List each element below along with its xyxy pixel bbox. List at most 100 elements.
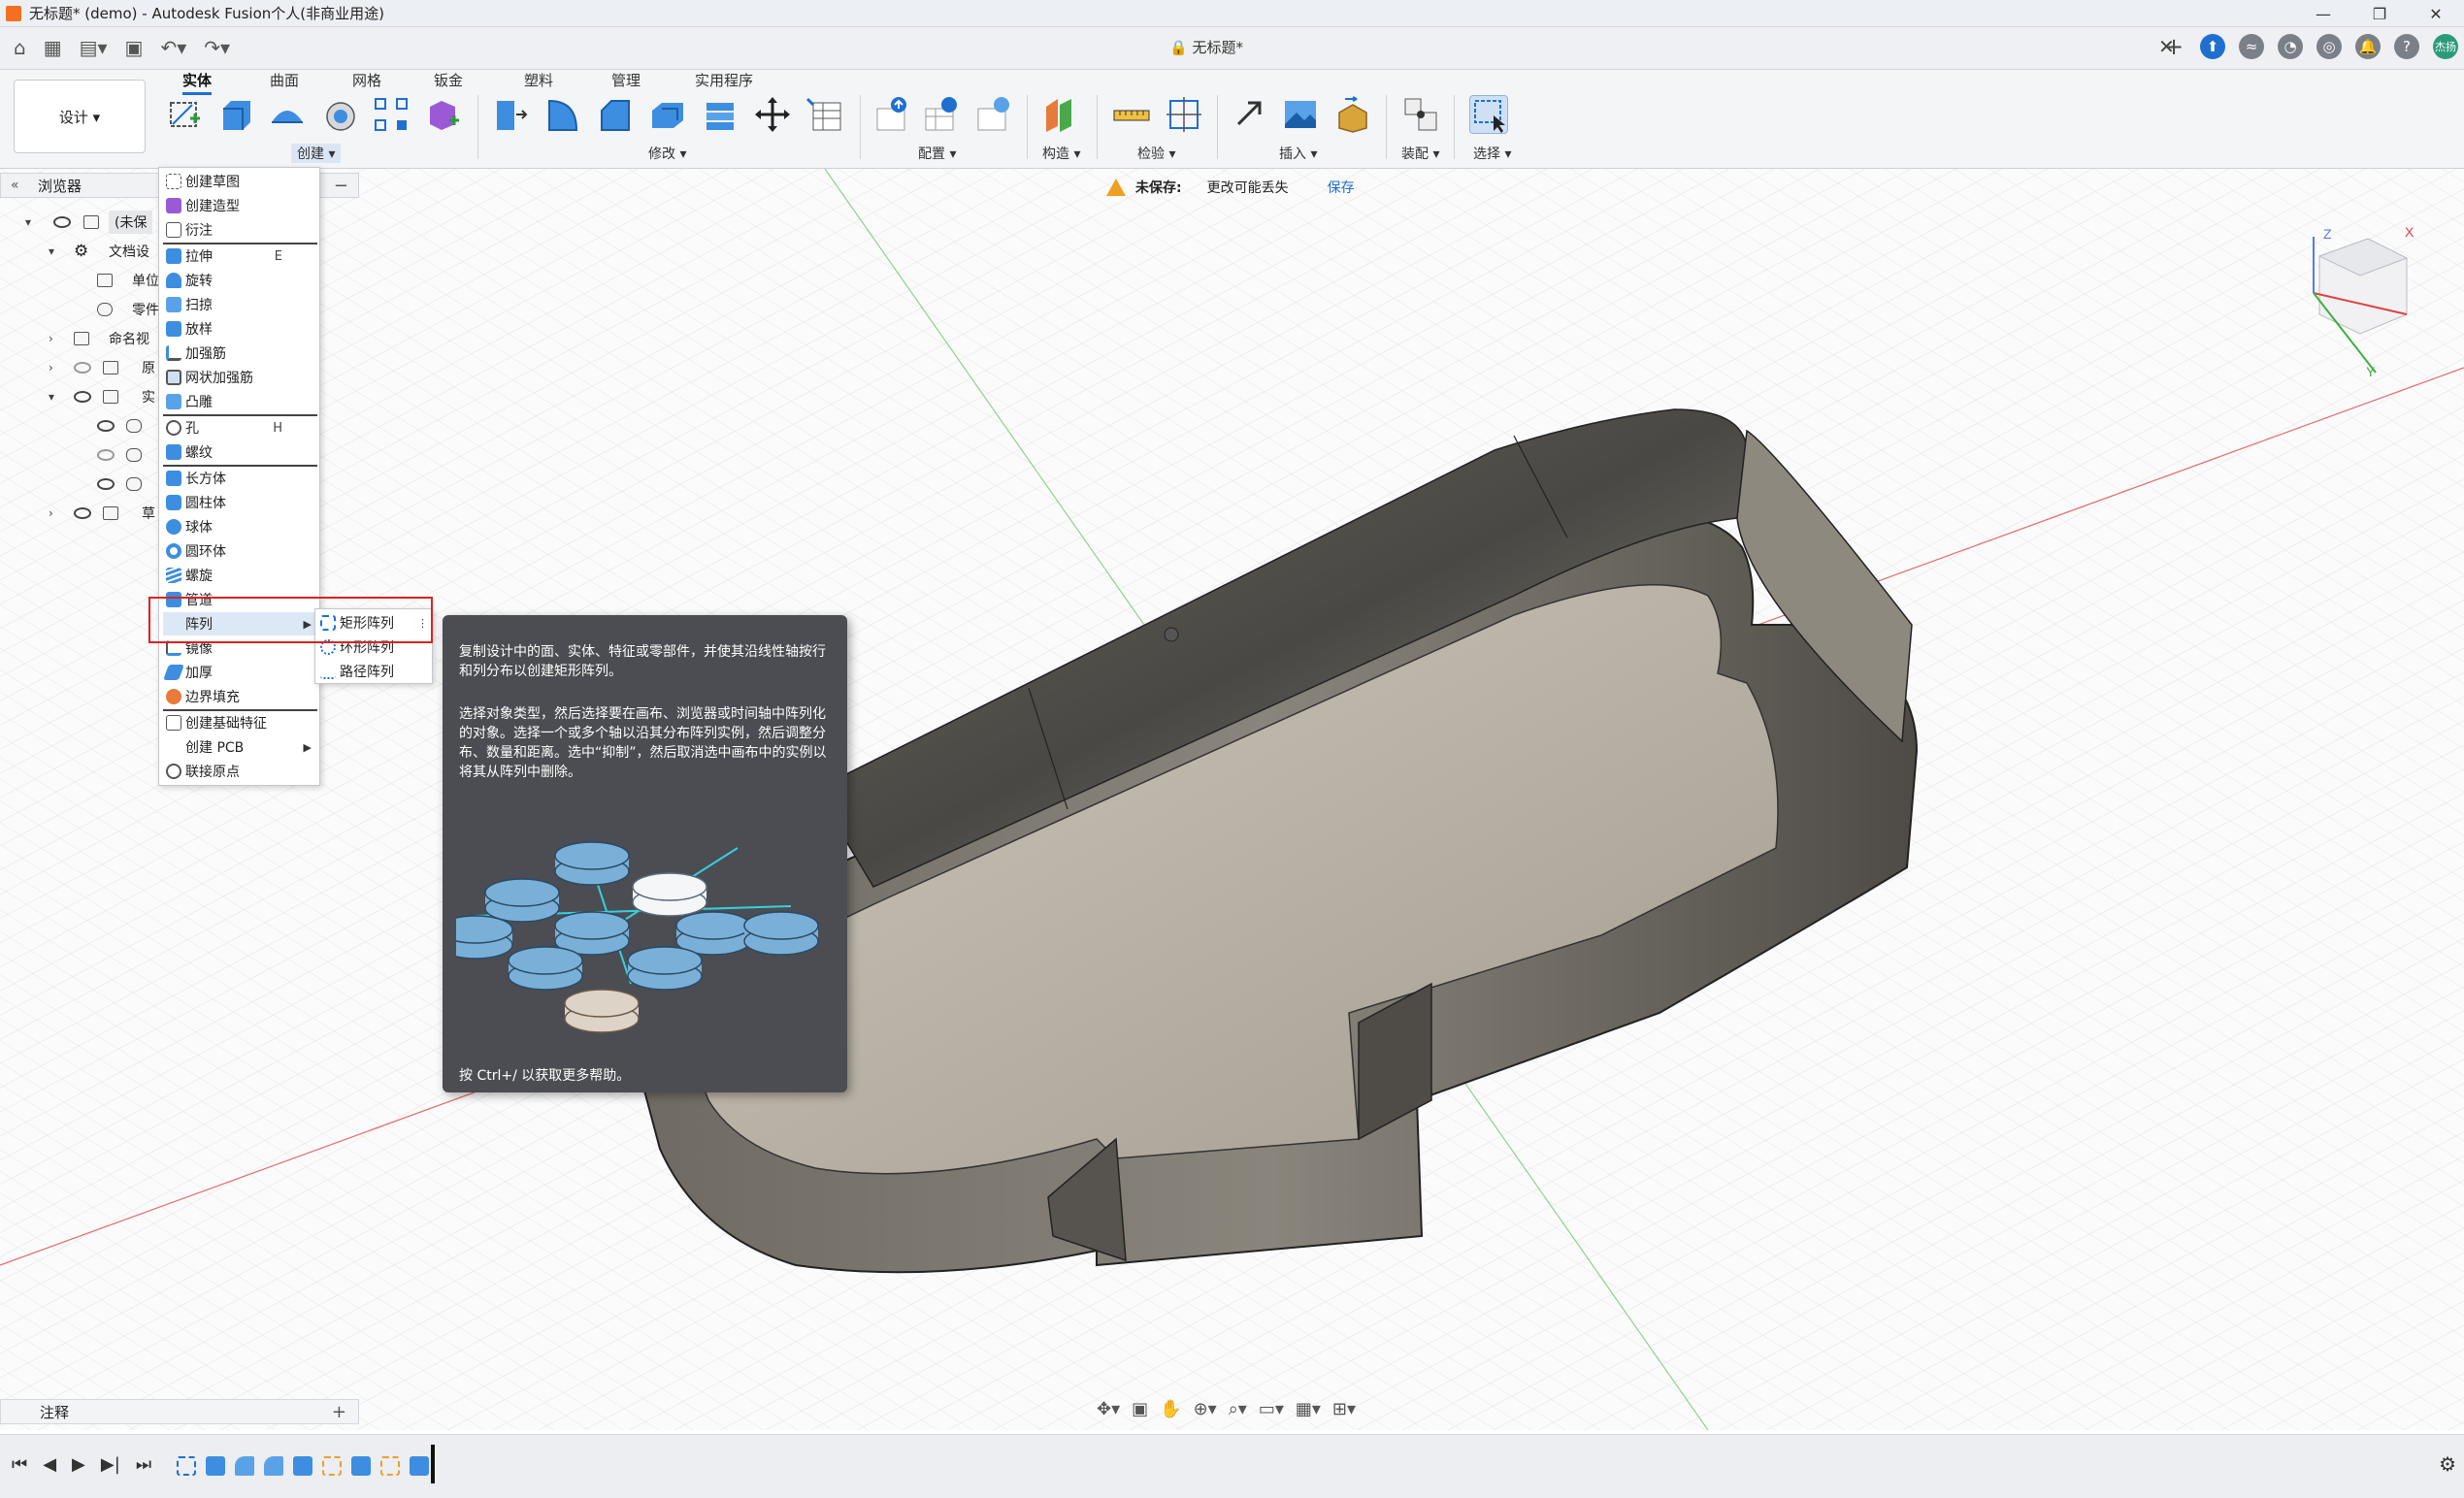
create-component-tool-icon[interactable]: [424, 95, 463, 134]
configure-group-dropdown[interactable]: 配置 ▾: [918, 144, 956, 163]
tab-manage[interactable]: 管理: [611, 70, 641, 92]
menu-item-create-base-feature[interactable]: 创建基础特征: [163, 711, 317, 734]
orbit-icon[interactable]: ✥▾: [1097, 1399, 1120, 1419]
timeline-extrude-icon[interactable]: [351, 1456, 371, 1476]
inspect-group-dropdown[interactable]: 检验 ▾: [1137, 144, 1175, 163]
menu-item-rib[interactable]: 加强筋: [163, 342, 317, 365]
joint-tool-icon[interactable]: [1401, 95, 1440, 134]
home-icon[interactable]: ⌂: [14, 36, 26, 59]
timeline-extrude-icon[interactable]: [410, 1456, 429, 1476]
visibility-eye-icon[interactable]: [74, 391, 91, 403]
menu-item-thread[interactable]: 螺纹: [163, 440, 317, 464]
hidden-eye-icon[interactable]: [74, 362, 91, 374]
tab-solid[interactable]: 实体: [182, 70, 213, 95]
section-analysis-tool-icon[interactable]: [1165, 95, 1203, 134]
hidden-eye-icon[interactable]: [97, 449, 115, 461]
grid-apps-icon[interactable]: ▦: [44, 36, 62, 59]
go-to-start-icon[interactable]: ⏮: [12, 1454, 27, 1475]
pan-hand-icon[interactable]: ✋: [1160, 1399, 1181, 1419]
save-icon[interactable]: ▣: [125, 36, 144, 59]
document-tab[interactable]: 🔒 无标题*: [1169, 37, 1243, 57]
user-avatar[interactable]: 杰扬: [2433, 34, 2458, 59]
configure-table-tool-icon[interactable]: [873, 95, 912, 134]
timeline-extrude-icon[interactable]: [206, 1456, 225, 1476]
canvas-viewport[interactable]: Z X Y: [0, 169, 2464, 1430]
menu-item-create-pcb[interactable]: 创建 PCB ▶: [163, 735, 317, 759]
minimize-panel-icon[interactable]: −: [334, 176, 348, 196]
step-forward-icon[interactable]: ▶|: [101, 1454, 120, 1475]
timeline-fillet-icon[interactable]: [264, 1456, 283, 1476]
tab-plastic[interactable]: 塑料: [524, 70, 553, 92]
fillet-tool-icon[interactable]: [543, 95, 582, 134]
menu-item-hole[interactable]: 孔H: [163, 416, 317, 440]
menu-item-sphere[interactable]: 球体: [163, 515, 317, 538]
help-icon[interactable]: ?: [2394, 34, 2419, 59]
menu-item-extrude[interactable]: 拉伸 E: [163, 244, 317, 268]
select-tool-icon[interactable]: [1469, 95, 1508, 134]
expand-arrow-icon[interactable]: ›: [49, 361, 53, 374]
visibility-eye-icon[interactable]: [53, 216, 71, 228]
menu-item-cylinder[interactable]: 圆柱体: [163, 491, 317, 514]
menu-item-web[interactable]: 网状加强筋: [163, 366, 317, 389]
menu-item-loft[interactable]: 放样: [163, 317, 317, 341]
look-at-icon[interactable]: ▣: [1132, 1399, 1148, 1419]
insert-mesh-tool-icon[interactable]: [1333, 95, 1372, 134]
visibility-eye-icon[interactable]: [74, 507, 91, 519]
press-pull-tool-icon[interactable]: [491, 95, 530, 134]
timeline-shell-icon[interactable]: [293, 1456, 312, 1476]
revolve-tool-icon[interactable]: [268, 95, 307, 134]
online-status-icon[interactable]: ◎: [2316, 34, 2342, 59]
expand-arrow-icon[interactable]: ›: [49, 506, 53, 520]
visibility-eye-icon[interactable]: [97, 420, 115, 432]
menu-item-boundary-fill[interactable]: 边界填充: [163, 685, 317, 708]
expand-arrow-icon[interactable]: ▾: [49, 390, 54, 404]
menu-item-revolve[interactable]: 旋转: [163, 269, 317, 292]
construct-group-dropdown[interactable]: 构造 ▾: [1042, 144, 1080, 163]
timeline-settings-gear-icon[interactable]: ⚙: [2439, 1452, 2456, 1476]
menu-item-create-sketch[interactable]: 创建草图: [163, 170, 317, 193]
new-tab-icon[interactable]: +: [2161, 33, 2186, 60]
menu-item-torus[interactable]: 圆环体: [163, 539, 317, 563]
submenu-item-path-pattern[interactable]: 路径阵列: [317, 660, 430, 683]
workspace-switcher-button[interactable]: 设计 ▾: [14, 80, 146, 153]
timeline-sketch-icon[interactable]: [177, 1456, 196, 1476]
data-panel-icon[interactable]: ◔: [2278, 34, 2303, 59]
tab-utilities[interactable]: 实用程序: [695, 70, 753, 92]
menu-item-joint-origin[interactable]: 联接原点: [163, 760, 317, 783]
play-icon[interactable]: ▶: [72, 1454, 85, 1475]
measure-tool-icon[interactable]: [1112, 95, 1151, 134]
visibility-eye-icon[interactable]: [97, 478, 115, 490]
undo-icon[interactable]: ↶▾: [160, 36, 186, 59]
tab-sheet-metal[interactable]: 钣金: [434, 70, 463, 92]
viewports-icon[interactable]: ⊞▾: [1332, 1399, 1356, 1419]
notifications-icon[interactable]: 🔔: [2355, 34, 2381, 59]
select-group-dropdown[interactable]: 选择 ▾: [1473, 144, 1511, 163]
close-window-button[interactable]: ✕: [2408, 0, 2464, 27]
timeline-sketch-icon[interactable]: [380, 1456, 400, 1476]
add-comment-icon[interactable]: +: [332, 1402, 346, 1422]
extrude-tool-icon[interactable]: [215, 95, 254, 134]
insert-canvas-tool-icon[interactable]: [1281, 95, 1320, 134]
combine-tool-icon[interactable]: [701, 95, 739, 134]
timeline-fillet-icon[interactable]: [235, 1456, 254, 1476]
menu-item-create-form[interactable]: 创建造型: [163, 194, 317, 217]
file-menu-icon[interactable]: ▤▾: [80, 36, 108, 59]
minimize-button[interactable]: —: [2295, 0, 2351, 27]
menu-item-thicken[interactable]: 加厚: [163, 661, 317, 684]
menu-item-derive[interactable]: 衍注: [163, 218, 317, 242]
display-settings-icon[interactable]: ▭▾: [1259, 1399, 1284, 1419]
collapse-panel-icon[interactable]: «: [11, 178, 19, 193]
save-link[interactable]: 保存: [1328, 178, 1355, 197]
rectangular-pattern-tool-icon[interactable]: [372, 95, 411, 134]
redo-icon[interactable]: ↷▾: [204, 36, 230, 59]
insert-group-dropdown[interactable]: 插入 ▾: [1279, 144, 1317, 163]
tab-mesh[interactable]: 网格: [352, 70, 381, 92]
maximize-button[interactable]: ❐: [2351, 0, 2408, 27]
expand-arrow-icon[interactable]: ▾: [49, 244, 54, 258]
shell-tool-icon[interactable]: [648, 95, 687, 134]
create-group-dropdown[interactable]: 创建 ▾: [291, 144, 342, 163]
expand-arrow-icon[interactable]: ▾: [25, 215, 31, 229]
fit-view-icon[interactable]: ⌕▾: [1229, 1399, 1247, 1419]
configure-insert-tool-icon[interactable]: [974, 95, 1013, 134]
job-status-icon[interactable]: ≈: [2239, 34, 2264, 59]
